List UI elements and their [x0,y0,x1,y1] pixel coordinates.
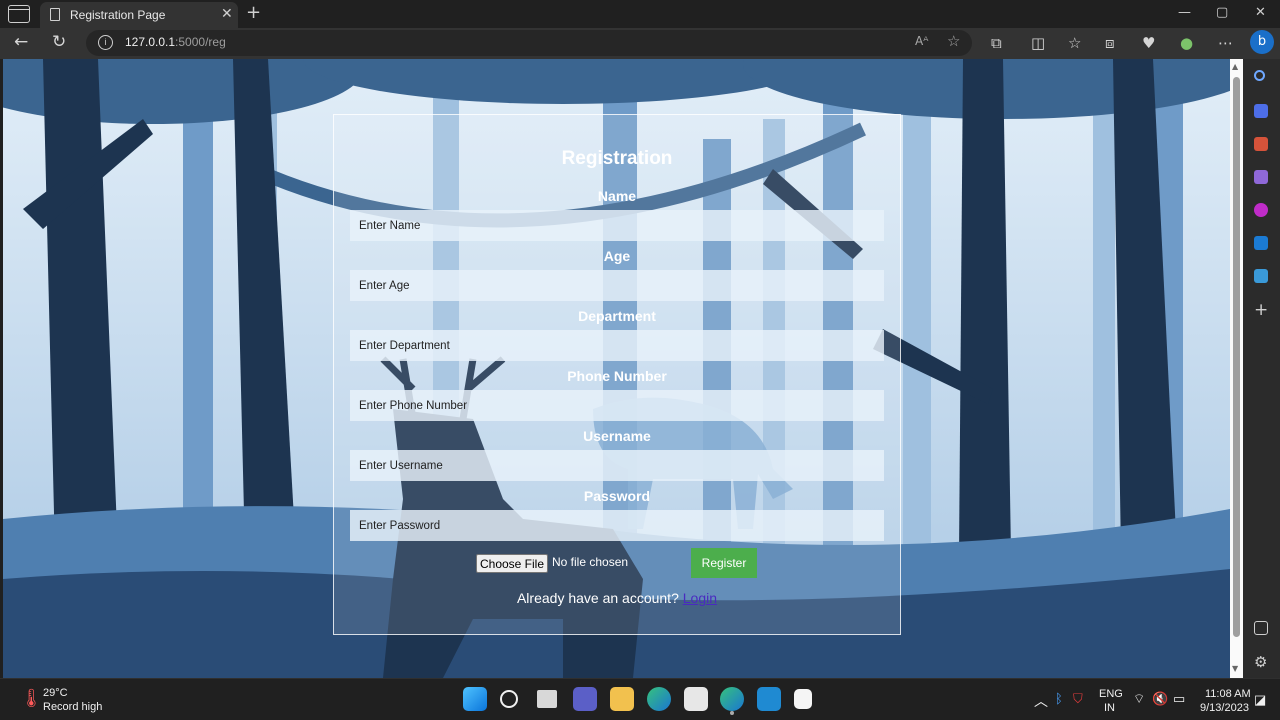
scroll-down-icon[interactable]: ▼ [1232,664,1238,673]
page-viewport: Registration Name Age Department Phone N… [3,59,1230,678]
choose-file-button[interactable]: Choose File [476,554,548,573]
notification-icon[interactable]: ◪ [1254,692,1266,708]
scrollbar-thumb[interactable] [1233,77,1240,637]
windows-taskbar: 🌡 29°C Record high ︿ ᛒ ⛉ ENG IN ⌔ 🔇 ▭ 11… [0,678,1280,720]
department-label: Department [578,308,656,324]
search-icon[interactable] [1254,70,1265,81]
edge-icon[interactable] [720,687,744,711]
tag-icon[interactable] [1254,104,1268,118]
outlook-icon[interactable] [1254,236,1268,250]
file-explorer-icon[interactable] [610,687,634,711]
site-info-icon[interactable]: i [98,35,113,50]
weather-temp[interactable]: 29°C [43,687,68,699]
antivirus-icon[interactable]: ⛉ [1073,691,1083,707]
language-primary[interactable]: ENG [1099,688,1123,700]
toolbox-icon[interactable] [1254,137,1268,151]
thermometer-icon: 🌡 [20,688,43,709]
back-icon[interactable]: ← [14,32,28,52]
age-input[interactable] [350,270,884,301]
edge-sidebar: + ⚙ [1243,59,1280,678]
sidebar-toggle-icon[interactable] [1254,621,1268,635]
age-label: Age [603,248,631,264]
username-label: Username [583,428,651,444]
page-icon [50,8,60,21]
new-tab-icon[interactable]: + [246,2,261,23]
language-region[interactable]: IN [1104,702,1115,714]
page-title: Registration [561,148,673,169]
read-aloud-icon[interactable]: Aᴬ [915,34,928,48]
phone-label: Phone Number [567,368,667,384]
tab-registration[interactable]: Registration Page ✕ [40,2,238,28]
tab-bar: Registration Page ✕ + — ▢ ✕ [0,0,1280,28]
browser-toolbar: ← ↻ i 127.0.0.1:5000/reg Aᴬ ☆ ⧉ ◫ ☆ ⧈ ♥ … [0,28,1280,59]
scroll-up-icon[interactable]: ▲ [1232,62,1238,71]
teams-icon[interactable] [573,687,597,711]
collections-icon[interactable]: ⧈ [1105,34,1115,52]
clock-time[interactable]: 11:08 AM [1205,688,1251,700]
login-prompt: Already have an account? Login [334,590,900,606]
maximize-icon[interactable]: ▢ [1216,5,1228,20]
close-tab-icon[interactable]: ✕ [221,6,233,22]
name-input[interactable] [350,210,884,241]
taskbar-search-icon[interactable] [500,690,518,708]
start-icon[interactable] [463,687,487,711]
url-text: 127.0.0.1:5000/reg [125,35,226,49]
add-sidebar-icon[interactable]: + [1254,302,1268,319]
copilot-sidebar-icon[interactable] [1254,203,1268,217]
password-label: Password [583,488,651,504]
login-link[interactable]: Login [683,590,717,606]
more-menu-icon[interactable]: ⋯ [1218,34,1233,52]
department-input[interactable] [350,330,884,361]
show-hidden-icons[interactable]: ︿ [1034,691,1048,711]
volume-muted-icon[interactable]: 🔇 [1152,691,1168,707]
task-view-icon[interactable] [537,690,557,708]
close-window-icon[interactable]: ✕ [1255,5,1266,20]
registration-card: Registration Name Age Department Phone N… [333,114,901,635]
battery-icon[interactable]: ▭ [1173,691,1185,707]
register-button[interactable]: Register [691,548,757,578]
store-icon[interactable] [684,687,708,711]
url-path: :5000/reg [175,35,226,49]
profile-avatar-icon[interactable]: ● [1180,34,1193,52]
favorites-icon[interactable]: ☆ [1068,34,1081,52]
snipping-tool-icon[interactable] [794,689,812,709]
phone-input[interactable] [350,390,884,421]
bluetooth-icon[interactable]: ᛒ [1055,691,1063,706]
name-label: Name [597,188,637,204]
tab-title: Registration Page [70,8,166,22]
tab-actions-icon[interactable] [8,5,30,23]
password-input[interactable] [350,510,884,541]
performance-icon[interactable]: ♥ [1142,34,1155,52]
vscode-icon[interactable] [757,687,781,711]
url-host: 127.0.0.1 [125,35,176,49]
edge-beta-icon[interactable] [647,687,671,711]
clock-date[interactable]: 9/13/2023 [1200,702,1249,714]
refresh-icon[interactable]: ↻ [52,32,66,52]
wifi-icon[interactable]: ⌔ [1133,691,1145,707]
username-input[interactable] [350,450,884,481]
split-screen-icon[interactable]: ◫ [1031,34,1045,52]
login-prompt-text: Already have an account? [516,590,679,606]
favorite-star-icon[interactable]: ☆ [947,32,960,50]
minimize-icon[interactable]: — [1178,5,1191,20]
games-icon[interactable] [1254,170,1268,184]
address-bar[interactable]: i 127.0.0.1:5000/reg Aᴬ ☆ [86,30,972,56]
settings-gear-icon[interactable]: ⚙ [1254,655,1268,670]
file-status: No file chosen [552,555,629,569]
page-scrollbar[interactable]: ▲ ▼ [1230,59,1243,678]
extensions-icon[interactable]: ⧉ [991,34,1002,52]
send-icon[interactable] [1254,269,1268,283]
copilot-icon[interactable]: b [1250,30,1274,54]
weather-text[interactable]: Record high [43,701,102,713]
